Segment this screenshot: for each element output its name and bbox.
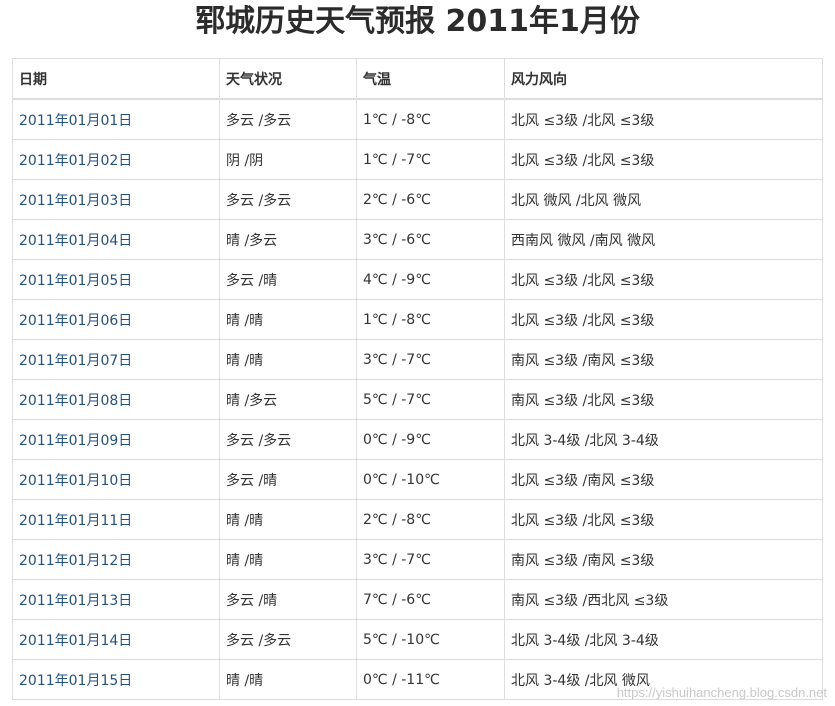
date-link[interactable]: 2011年01月04日: [19, 233, 132, 249]
date-link[interactable]: 2011年01月07日: [19, 353, 132, 369]
temperature-cell: 5℃ / -10℃: [356, 619, 505, 660]
condition-cell: 多云 /多云: [219, 419, 357, 460]
table-row: 2011年01月10日 多云 /晴 0℃ / -10℃ 北风 ≤3级 /南风 ≤3级: [12, 459, 823, 500]
wind-cell: 北风 ≤3级 /北风 ≤3级: [504, 259, 823, 300]
temperature-cell: 0℃ / -11℃: [356, 659, 505, 700]
weather-table: 日期 天气状况 气温 风力风向 2011年01月01日 多云 /多云 1℃ / -8…: [12, 58, 823, 700]
condition-cell: 多云 /多云: [219, 98, 357, 140]
date-cell: 2011年01月06日: [12, 299, 220, 340]
date-cell: 2011年01月04日: [12, 219, 220, 260]
date-link[interactable]: 2011年01月06日: [19, 313, 132, 329]
wind-cell: 北风 ≤3级 /北风 ≤3级: [504, 299, 823, 340]
wind-cell: 南风 ≤3级 /北风 ≤3级: [504, 379, 823, 420]
date-cell: 2011年01月02日: [12, 139, 220, 180]
date-cell: 2011年01月08日: [12, 379, 220, 420]
condition-cell: 多云 /多云: [219, 179, 357, 220]
condition-cell: 晴 /晴: [219, 539, 357, 580]
date-link[interactable]: 2011年01月05日: [19, 273, 132, 289]
wind-cell: 西南风 微风 /南风 微风: [504, 219, 823, 260]
temperature-cell: 5℃ / -7℃: [356, 379, 505, 420]
date-cell: 2011年01月07日: [12, 339, 220, 380]
table-row: 2011年01月13日 多云 /晴 7℃ / -6℃ 南风 ≤3级 /西北风 ≤3级: [12, 579, 823, 620]
table-row: 2011年01月11日 晴 /晴 2℃ / -8℃ 北风 ≤3级 /北风 ≤3级: [12, 499, 823, 540]
temperature-cell: 0℃ / -10℃: [356, 459, 505, 500]
condition-cell: 多云 /晴: [219, 459, 357, 500]
date-link[interactable]: 2011年01月09日: [19, 433, 132, 449]
wind-cell: 北风 ≤3级 /北风 ≤3级: [504, 499, 823, 540]
table-row: 2011年01月04日 晴 /多云 3℃ / -6℃ 西南风 微风 /南风 微风: [12, 219, 823, 260]
date-cell: 2011年01月14日: [12, 619, 220, 660]
date-link[interactable]: 2011年01月01日: [19, 113, 132, 129]
table-row: 2011年01月09日 多云 /多云 0℃ / -9℃ 北风 3-4级 /北风 3-4…: [12, 419, 823, 460]
condition-cell: 多云 /多云: [219, 619, 357, 660]
temperature-cell: 3℃ / -6℃: [356, 219, 505, 260]
date-link[interactable]: 2011年01月10日: [19, 473, 132, 489]
temperature-cell: 2℃ / -8℃: [356, 499, 505, 540]
table-row: 2011年01月01日 多云 /多云 1℃ / -8℃ 北风 ≤3级 /北风 ≤3级: [12, 98, 823, 140]
header-date: 日期: [12, 58, 220, 100]
condition-cell: 阴 /阴: [219, 139, 357, 180]
header-condition: 天气状况: [219, 58, 357, 100]
date-cell: 2011年01月11日: [12, 499, 220, 540]
date-cell: 2011年01月15日: [12, 659, 220, 700]
table-header-row: 日期 天气状况 气温 风力风向: [12, 58, 823, 100]
date-link[interactable]: 2011年01月02日: [19, 153, 132, 169]
table-row: 2011年01月12日 晴 /晴 3℃ / -7℃ 南风 ≤3级 /南风 ≤3级: [12, 539, 823, 580]
header-wind: 风力风向: [504, 58, 823, 100]
temperature-cell: 4℃ / -9℃: [356, 259, 505, 300]
table-body: 2011年01月01日 多云 /多云 1℃ / -8℃ 北风 ≤3级 /北风 ≤3级 2…: [12, 98, 823, 700]
table-row: 2011年01月02日 阴 /阴 1℃ / -7℃ 北风 ≤3级 /北风 ≤3级: [12, 139, 823, 180]
condition-cell: 晴 /多云: [219, 219, 357, 260]
wind-cell: 北风 ≤3级 /北风 ≤3级: [504, 139, 823, 180]
temperature-cell: 2℃ / -6℃: [356, 179, 505, 220]
temperature-cell: 1℃ / -7℃: [356, 139, 505, 180]
wind-cell: 北风 ≤3级 /南风 ≤3级: [504, 459, 823, 500]
wind-cell: 南风 ≤3级 /西北风 ≤3级: [504, 579, 823, 620]
table-row: 2011年01月14日 多云 /多云 5℃ / -10℃ 北风 3-4级 /北风 3-…: [12, 619, 823, 660]
table-row: 2011年01月03日 多云 /多云 2℃ / -6℃ 北风 微风 /北风 微风: [12, 179, 823, 220]
temperature-cell: 3℃ / -7℃: [356, 339, 505, 380]
wind-cell: 北风 3-4级 /北风 3-4级: [504, 619, 823, 660]
condition-cell: 晴 /多云: [219, 379, 357, 420]
date-link[interactable]: 2011年01月13日: [19, 593, 132, 609]
watermark: https://yishuihancheng.blog.csdn.net: [616, 685, 827, 700]
temperature-cell: 7℃ / -6℃: [356, 579, 505, 620]
temperature-cell: 1℃ / -8℃: [356, 98, 505, 140]
date-cell: 2011年01月03日: [12, 179, 220, 220]
table-row: 2011年01月08日 晴 /多云 5℃ / -7℃ 南风 ≤3级 /北风 ≤3级: [12, 379, 823, 420]
wind-cell: 北风 ≤3级 /北风 ≤3级: [504, 98, 823, 140]
date-link[interactable]: 2011年01月14日: [19, 633, 132, 649]
wind-cell: 北风 3-4级 /北风 3-4级: [504, 419, 823, 460]
header-temperature: 气温: [356, 58, 505, 100]
condition-cell: 晴 /晴: [219, 499, 357, 540]
date-cell: 2011年01月13日: [12, 579, 220, 620]
weather-table-container: 日期 天气状况 气温 风力风向 2011年01月01日 多云 /多云 1℃ / -8…: [12, 58, 823, 700]
page-title: 郓城历史天气预报 2011年1月份: [195, 4, 640, 39]
date-cell: 2011年01月09日: [12, 419, 220, 460]
date-link[interactable]: 2011年01月15日: [19, 673, 132, 689]
wind-cell: 南风 ≤3级 /南风 ≤3级: [504, 339, 823, 380]
date-cell: 2011年01月10日: [12, 459, 220, 500]
temperature-cell: 0℃ / -9℃: [356, 419, 505, 460]
date-link[interactable]: 2011年01月08日: [19, 393, 132, 409]
temperature-cell: 1℃ / -8℃: [356, 299, 505, 340]
condition-cell: 晴 /晴: [219, 659, 357, 700]
wind-cell: 南风 ≤3级 /南风 ≤3级: [504, 539, 823, 580]
condition-cell: 晴 /晴: [219, 339, 357, 380]
date-link[interactable]: 2011年01月11日: [19, 513, 132, 529]
wind-cell: 北风 微风 /北风 微风: [504, 179, 823, 220]
table-row: 2011年01月06日 晴 /晴 1℃ / -8℃ 北风 ≤3级 /北风 ≤3级: [12, 299, 823, 340]
table-row: 2011年01月07日 晴 /晴 3℃ / -7℃ 南风 ≤3级 /南风 ≤3级: [12, 339, 823, 380]
date-cell: 2011年01月01日: [12, 98, 220, 140]
table-row: 2011年01月05日 多云 /晴 4℃ / -9℃ 北风 ≤3级 /北风 ≤3级: [12, 259, 823, 300]
condition-cell: 多云 /晴: [219, 579, 357, 620]
temperature-cell: 3℃ / -7℃: [356, 539, 505, 580]
date-cell: 2011年01月05日: [12, 259, 220, 300]
condition-cell: 晴 /晴: [219, 299, 357, 340]
date-link[interactable]: 2011年01月03日: [19, 193, 132, 209]
date-link[interactable]: 2011年01月12日: [19, 553, 132, 569]
condition-cell: 多云 /晴: [219, 259, 357, 300]
date-cell: 2011年01月12日: [12, 539, 220, 580]
